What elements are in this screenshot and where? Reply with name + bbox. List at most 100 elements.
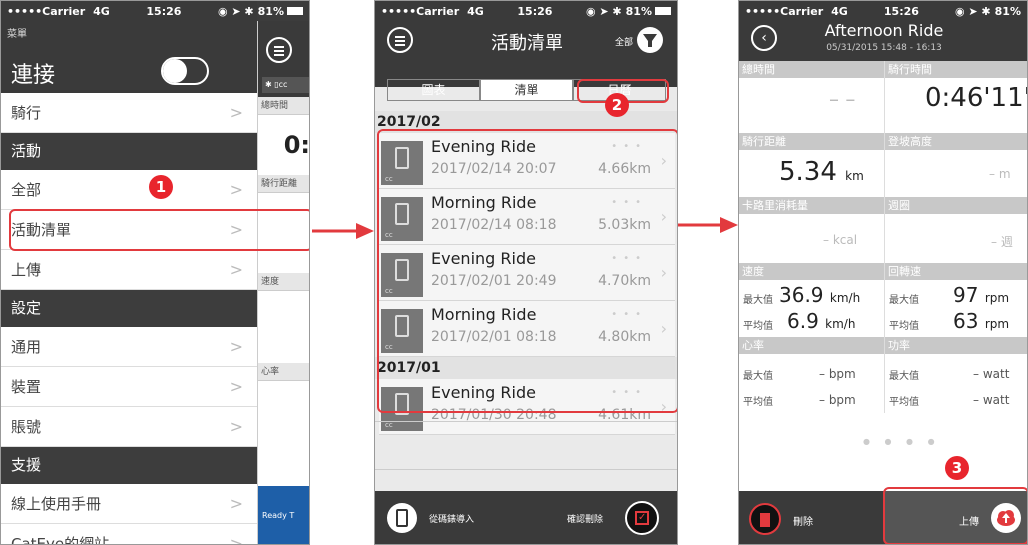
page-dots[interactable]: ● ● ● ● — [863, 437, 941, 446]
clock: 15:26 — [883, 4, 919, 18]
carrier-label: •••••Carrier — [381, 4, 460, 18]
cadence-max-label: 最大值 — [889, 295, 919, 306]
menu-section: 活動 — [1, 133, 257, 170]
laps-value: – 週 — [991, 235, 1013, 249]
speed-max-unit: km/h — [829, 291, 861, 305]
highlight-upload — [883, 487, 1027, 544]
callout-2: 2 — [605, 93, 629, 117]
menu-icon[interactable] — [266, 37, 292, 63]
status-bar: •••••Carrier 4G 15:26 ◉ ➤ ✱ 81% — [375, 1, 677, 21]
total-time-label: 總時間 — [739, 61, 884, 78]
status-bar: •••••Carrier 4G 15:26 ◉ ➤ ✱ 81% — [739, 1, 1027, 21]
battery-label: 81% — [257, 4, 284, 18]
calories-value: – kcal — [823, 233, 858, 247]
hr-label: 心率 — [739, 337, 884, 354]
menu-item[interactable]: 線上使用手冊 > — [1, 484, 257, 524]
chevron-right-icon: > — [229, 417, 243, 436]
speed-avg-value: 6.9 km/h — [787, 309, 855, 333]
list-header: 活動清單 全部 — [375, 21, 677, 87]
menu-item-label: 上傳 — [11, 261, 42, 279]
power-avg-value: – watt — [973, 393, 1010, 407]
highlight-activity-list — [9, 209, 309, 251]
speed-label: 速度 — [739, 263, 884, 280]
status-icons: ◉ ➤ ✱ — [217, 4, 254, 18]
distance-value: 5.34 km — [779, 157, 864, 187]
menu-item[interactable]: 上傳 > — [1, 250, 257, 290]
side-menu: 菜單 連接 騎行 > 活動 全部 > 活動清單 > 上傳 > 設定 通用 > 裝置 > 賬號 > 支援 線上使用手… — [1, 1, 257, 545]
menu-item[interactable]: 全部 > — [1, 170, 257, 210]
menu-section: 支援 — [1, 447, 257, 484]
menu-item-label: 線上使用手冊 — [11, 495, 102, 513]
connect-label: 連接 — [11, 63, 56, 88]
cadence-max-number: 97 — [953, 283, 979, 307]
toggle-knob — [163, 59, 187, 83]
total-time-value: – – — [829, 87, 856, 111]
menu-title: 菜單 — [7, 29, 27, 40]
delete-label[interactable]: 刪除 — [793, 513, 813, 528]
status-bar: •••••Carrier 4G 15:26 ◉ ➤ ✱ 81% — [1, 1, 309, 21]
arrow-2-icon — [678, 217, 738, 233]
device-status-icon: ✱ ▯cc — [262, 77, 309, 93]
ride-subtitle: 05/31/2015 15:48 - 16:13 — [826, 43, 942, 53]
network-label: 4G — [93, 4, 110, 18]
menu-item[interactable]: 騎行 > — [1, 93, 257, 133]
power-max-label: 最大值 — [889, 371, 919, 382]
peek-time-value: 0: — [283, 131, 310, 159]
delete-icon[interactable] — [749, 503, 781, 535]
import-label[interactable]: 從碼錶導入 — [429, 512, 474, 525]
confirm-delete-label[interactable]: 確認刪除 — [567, 512, 603, 525]
callout-1: 1 — [149, 175, 173, 199]
highlight-ride-list — [377, 129, 677, 413]
tab-chart[interactable]: 圖表 — [387, 79, 480, 101]
activity-list-screen: •••••Carrier 4G 15:26 ◉ ➤ ✱ 81% 活動清單 全部 … — [374, 0, 678, 545]
menu-item[interactable]: 通用 > — [1, 327, 257, 367]
cadence-max-unit: rpm — [984, 291, 1010, 305]
menu-item[interactable]: 裝置 > — [1, 367, 257, 407]
menu-item-label: 全部 — [11, 181, 42, 199]
battery-icon — [655, 7, 671, 15]
speed-avg-unit: km/h — [825, 317, 856, 331]
ride-time-value: 0:46'11" — [925, 83, 1028, 113]
peek-distance-label: 騎行距離 — [258, 175, 309, 193]
ride-detail-screen: •••••Carrier 4G 15:26 ◉ ➤ ✱ 81% ‹ Aftern… — [738, 0, 1028, 545]
battery-label: 81% — [625, 4, 652, 18]
filter-label: 全部 — [615, 38, 634, 48]
speed-max-value: 36.9 km/h — [779, 283, 860, 307]
cadence-max-value: 97 rpm — [953, 283, 1009, 307]
climb-value: – m — [989, 167, 1011, 181]
status-icons: ◉ ➤ ✱ — [585, 4, 622, 18]
confirm-delete-icon[interactable]: ✓ — [625, 501, 659, 535]
cadence-avg-label: 平均值 — [889, 321, 919, 332]
speed-avg-number: 6.9 — [787, 309, 819, 333]
filter-icon[interactable] — [637, 27, 663, 53]
chevron-right-icon: > — [229, 103, 243, 122]
peek-header: ✱ ▯cc — [258, 21, 309, 97]
menu-screen: 菜單 連接 騎行 > 活動 全部 > 活動清單 > 上傳 > 設定 通用 > 裝置 > 賬號 > 支援 線上使用手… — [0, 0, 310, 545]
calories-label: 卡路里消耗量 — [739, 197, 884, 214]
list-toolbar: 從碼錶導入 確認刪除 ✓ — [375, 491, 677, 544]
ride-title: Afternoon Ride — [824, 21, 944, 40]
menu-item[interactable]: 賬號 > — [1, 407, 257, 447]
speed-max-label: 最大值 — [743, 295, 773, 306]
menu-item-label: 通用 — [11, 338, 42, 356]
battery-icon — [287, 7, 303, 15]
cadence-label: 回轉速 — [885, 263, 1027, 280]
battery-label: 81% — [994, 4, 1021, 18]
clock: 15:26 — [146, 4, 182, 18]
ride-time-label: 騎行時間 — [885, 61, 1027, 78]
carrier-label: •••••Carrier — [745, 4, 824, 18]
menu-section: 設定 — [1, 290, 257, 327]
import-icon[interactable] — [387, 503, 417, 533]
detail-header: ‹ Afternoon Ride 05/31/2015 15:48 - 16:1… — [739, 21, 1027, 61]
menu-item[interactable]: CatEye的網站 > — [1, 524, 257, 545]
menu-item-label: 騎行 — [11, 104, 42, 122]
distance-number: 5.34 — [779, 157, 837, 187]
power-max-value: – watt — [973, 367, 1010, 381]
distance-label: 騎行距離 — [739, 133, 884, 150]
connect-toggle[interactable] — [161, 57, 209, 85]
chevron-right-icon: > — [229, 534, 243, 545]
arrow-1-icon — [312, 223, 374, 239]
tab-list[interactable]: 清單 — [480, 79, 573, 101]
status-icons: ◉ ➤ ✱ — [954, 4, 991, 18]
chevron-right-icon: > — [229, 494, 243, 513]
